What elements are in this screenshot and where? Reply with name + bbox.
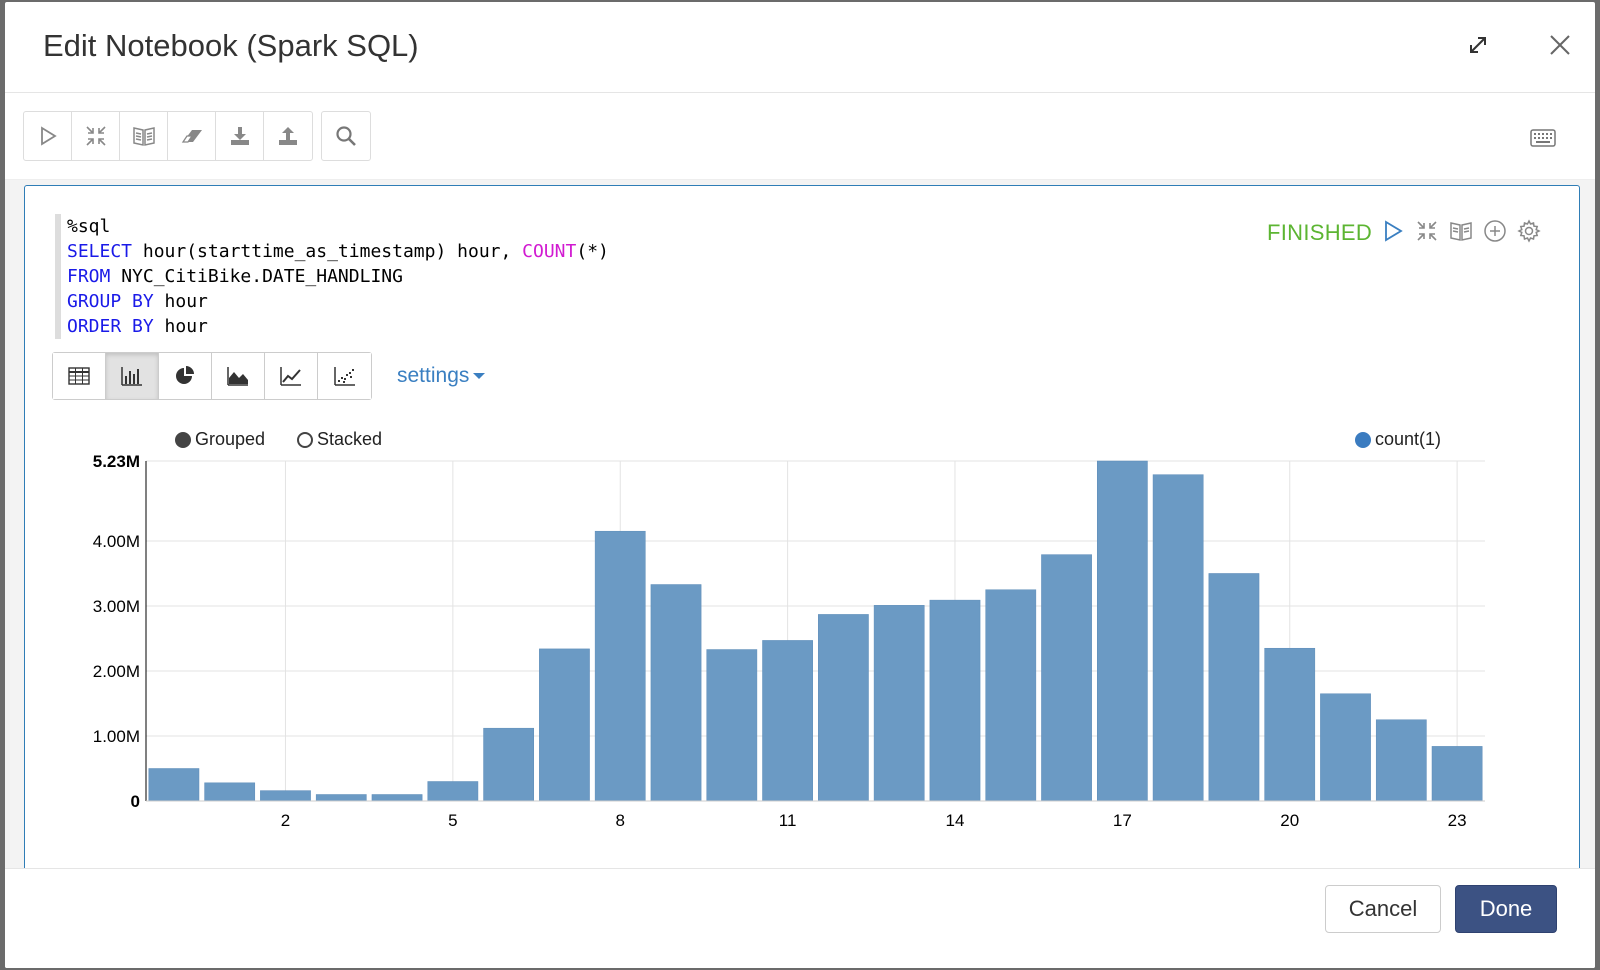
bar	[260, 790, 311, 802]
bar	[1096, 460, 1148, 802]
bar	[706, 649, 758, 802]
clear-output-button[interactable]	[168, 112, 216, 160]
sql-paragraph: %sql SELECT hour(starttime_as_timestamp) …	[24, 185, 1580, 907]
bar-chart: 0 1.00M 2.00M 3.00M 4.00M 5.23M 2 5 8 11 14 17 20 23	[93, 452, 1485, 830]
bar	[1431, 746, 1483, 802]
search-button[interactable]	[322, 112, 370, 160]
notebook-content: %sql SELECT hour(starttime_as_timestamp) …	[5, 180, 1595, 907]
modal-header: Edit Notebook (Spark SQL)	[5, 2, 1595, 93]
bar	[315, 794, 367, 802]
x-tick-label: 2	[281, 811, 290, 830]
play-icon	[40, 126, 57, 146]
y-tick-label: 3.00M	[93, 597, 140, 616]
bar	[148, 768, 200, 802]
y-tick-label: 2.00M	[93, 662, 140, 681]
y-tick-label: 0	[131, 792, 140, 811]
x-tick-label: 17	[1113, 811, 1132, 830]
expand-icon[interactable]	[1463, 30, 1493, 65]
bar	[204, 782, 256, 802]
notebook-actions-group	[23, 111, 313, 161]
book-icon	[132, 127, 155, 146]
x-tick-label: 23	[1448, 811, 1467, 830]
y-tick-label: 1.00M	[93, 727, 140, 746]
y-tick-label: 4.00M	[93, 532, 140, 551]
bar	[929, 599, 981, 802]
bar	[371, 794, 423, 802]
bar	[1208, 573, 1260, 802]
x-tick-label: 20	[1280, 811, 1299, 830]
bar	[539, 648, 590, 802]
run-all-button[interactable]	[24, 112, 72, 160]
keyboard-shortcuts-icon[interactable]	[1530, 129, 1556, 152]
export-button[interactable]	[216, 112, 264, 160]
bar	[873, 605, 925, 802]
close-icon[interactable]	[1545, 30, 1575, 65]
bar	[483, 727, 535, 802]
bar	[594, 530, 646, 802]
bar	[985, 589, 1037, 802]
upload-icon	[279, 127, 297, 145]
bar	[1375, 719, 1427, 802]
edit-notebook-modal: Edit Notebook (Spark SQL) %sql SELECT ho…	[5, 2, 1595, 968]
import-button[interactable]	[264, 112, 312, 160]
bar	[818, 614, 869, 802]
bar	[427, 781, 479, 802]
hide-all-output-button[interactable]	[120, 112, 168, 160]
x-tick-label: 11	[779, 811, 797, 830]
search-group	[321, 111, 371, 161]
bar	[650, 584, 702, 802]
bar	[1320, 693, 1371, 802]
bar	[1264, 647, 1316, 802]
y-tick-label: 5.23M	[93, 452, 140, 471]
download-icon	[230, 127, 249, 145]
collapse-icon	[85, 126, 106, 146]
bar	[762, 640, 813, 802]
cancel-button[interactable]: Cancel	[1325, 885, 1441, 933]
notebook-toolbar	[5, 93, 1595, 180]
search-icon	[336, 126, 356, 146]
done-button[interactable]: Done	[1455, 885, 1557, 933]
modal-title: Edit Notebook (Spark SQL)	[43, 28, 419, 63]
bar	[1041, 554, 1092, 802]
bar	[1152, 474, 1204, 802]
hide-all-code-button[interactable]	[72, 112, 120, 160]
x-tick-label: 14	[946, 811, 965, 830]
eraser-icon	[181, 130, 202, 143]
modal-footer: Cancel Done	[5, 868, 1595, 968]
x-tick-label: 5	[448, 811, 457, 830]
x-tick-label: 8	[615, 811, 624, 830]
